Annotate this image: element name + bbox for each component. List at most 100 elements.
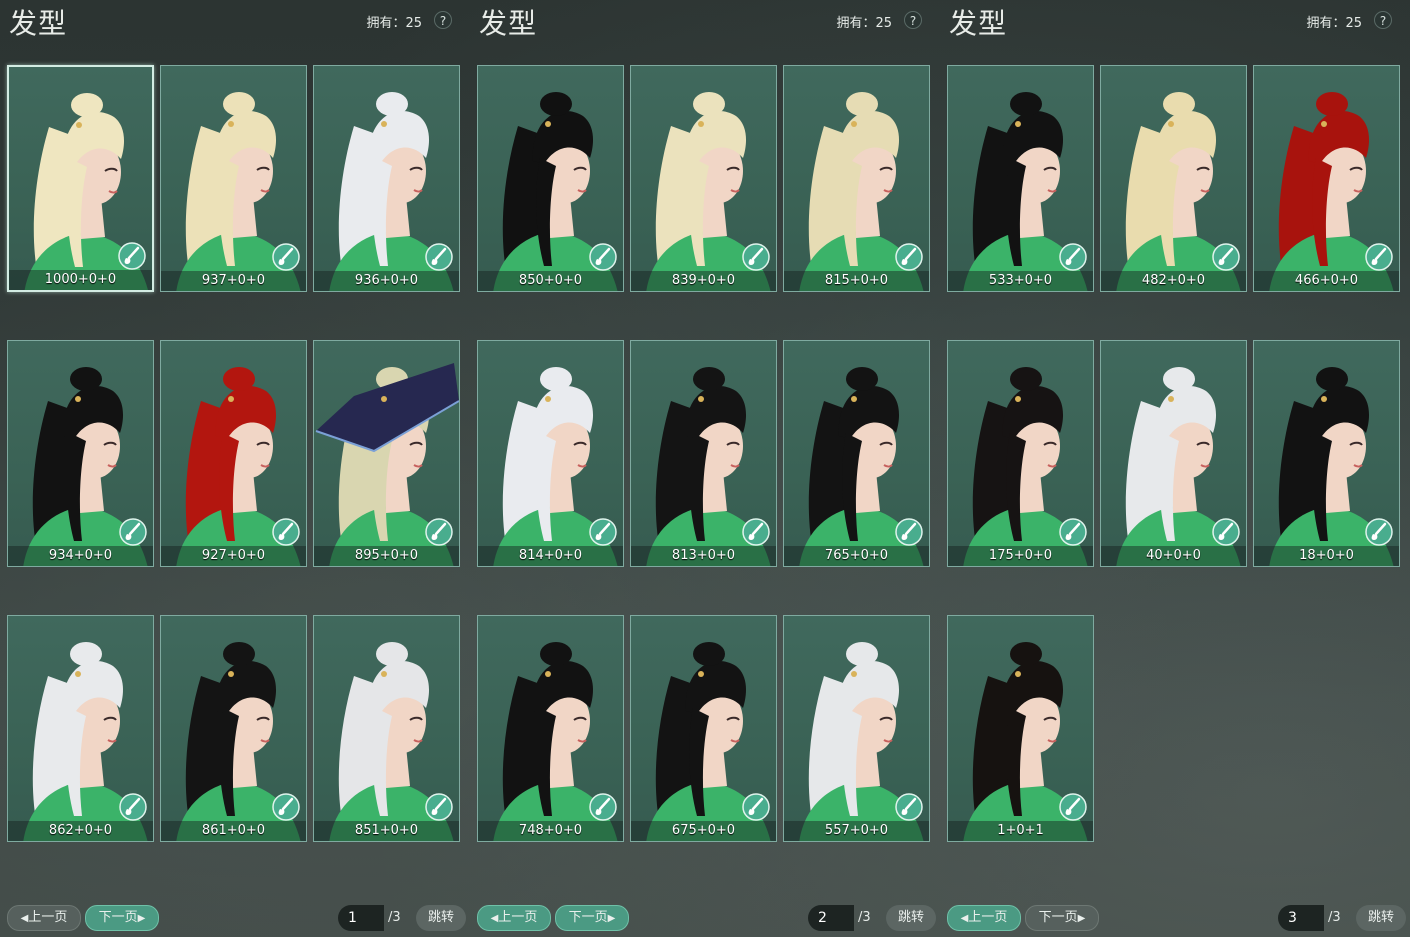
dye-brush-icon[interactable]	[272, 793, 300, 821]
help-icon[interactable]: ?	[434, 11, 452, 29]
hairstyle-id-label: 18+0+0	[1254, 546, 1399, 566]
pagination-bar: ◀上一页 下一页▶ 2/3 跳转	[470, 905, 940, 931]
jump-button[interactable]: 跳转	[1356, 905, 1406, 931]
dye-brush-icon[interactable]	[1365, 518, 1393, 546]
hairstyle-card[interactable]: 813+0+0	[630, 340, 777, 567]
jump-button[interactable]: 跳转	[886, 905, 936, 931]
next-page-label: 下一页	[98, 910, 138, 925]
hairstyle-card[interactable]: 927+0+0	[160, 340, 307, 567]
prev-page-label: 上一页	[28, 910, 68, 925]
hairstyle-card[interactable]: 533+0+0	[947, 65, 1094, 292]
hairstyle-id-label: 748+0+0	[478, 821, 623, 841]
page-total: /3	[1328, 910, 1341, 925]
hairstyle-card[interactable]: 1+0+1	[947, 615, 1094, 842]
right-arrow-icon: ▶	[607, 913, 616, 924]
hairstyle-card[interactable]: 675+0+0	[630, 615, 777, 842]
dye-brush-icon[interactable]	[895, 518, 923, 546]
hairstyle-id-label: 482+0+0	[1101, 271, 1246, 291]
dye-brush-icon[interactable]	[272, 243, 300, 271]
hairstyle-card[interactable]: 18+0+0	[1253, 340, 1400, 567]
hairstyle-id-label: 40+0+0	[1101, 546, 1246, 566]
dye-brush-icon[interactable]	[895, 243, 923, 271]
dye-brush-icon[interactable]	[1212, 518, 1240, 546]
dye-brush-icon[interactable]	[119, 793, 147, 821]
hairstyle-collection-screen: 发型 拥有：25? 1000+0+0 937+0+0 936+0+0 934+0+0 927…	[0, 0, 1410, 937]
hairstyle-card[interactable]: 765+0+0	[783, 340, 930, 567]
dye-brush-icon[interactable]	[589, 518, 617, 546]
hairstyle-card[interactable]: 814+0+0	[477, 340, 624, 567]
hairstyle-id-label: 466+0+0	[1254, 271, 1399, 291]
jump-button[interactable]: 跳转	[416, 905, 466, 931]
prev-page-button[interactable]: ◀上一页	[947, 905, 1021, 931]
hairstyle-card[interactable]: 861+0+0	[160, 615, 307, 842]
prev-page-label: 上一页	[498, 910, 538, 925]
dye-brush-icon[interactable]	[1059, 243, 1087, 271]
pagination-bar: ◀上一页 下一页▶ 1/3 跳转	[0, 905, 470, 931]
hairstyle-card[interactable]: 839+0+0	[630, 65, 777, 292]
hairstyle-id-label: 815+0+0	[784, 271, 929, 291]
dye-brush-icon[interactable]	[1365, 243, 1393, 271]
hairstyle-id-label: 861+0+0	[161, 821, 306, 841]
right-arrow-icon: ▶	[137, 913, 146, 924]
page-number-input[interactable]: 3	[1278, 905, 1324, 931]
pagination-bar: ◀上一页 下一页▶ 3/3 跳转	[940, 905, 1410, 931]
help-icon[interactable]: ?	[904, 11, 922, 29]
next-page-button[interactable]: 下一页▶	[555, 905, 629, 931]
next-page-label: 下一页	[568, 910, 608, 925]
dye-brush-icon[interactable]	[742, 518, 770, 546]
hairstyle-id-label: 936+0+0	[314, 271, 459, 291]
hairstyle-id-label: 851+0+0	[314, 821, 459, 841]
dye-brush-icon[interactable]	[119, 518, 147, 546]
prev-page-button[interactable]: ◀上一页	[7, 905, 81, 931]
hairstyle-card[interactable]: 936+0+0	[313, 65, 460, 292]
hairstyle-card[interactable]: 815+0+0	[783, 65, 930, 292]
hairstyle-card[interactable]: 482+0+0	[1100, 65, 1247, 292]
hairstyle-card[interactable]: 40+0+0	[1100, 340, 1247, 567]
panel-title: 发型	[949, 7, 1008, 40]
hairstyle-card[interactable]: 466+0+0	[1253, 65, 1400, 292]
dye-brush-icon[interactable]	[1059, 518, 1087, 546]
hairstyle-card[interactable]: 1000+0+0	[7, 65, 154, 292]
hairstyle-id-label: 675+0+0	[631, 821, 776, 841]
hairstyle-id-label: 557+0+0	[784, 821, 929, 841]
hairstyle-panel: 发型 拥有：25? 850+0+0 839+0+0 815+0+0 814+0+0 813+…	[470, 0, 940, 937]
dye-brush-icon[interactable]	[742, 243, 770, 271]
right-arrow-icon: ▶	[1077, 913, 1086, 924]
dye-brush-icon[interactable]	[425, 518, 453, 546]
hairstyle-card[interactable]: 862+0+0	[7, 615, 154, 842]
hairstyle-id-label: 839+0+0	[631, 271, 776, 291]
hairstyle-card[interactable]: 895+0+0	[313, 340, 460, 567]
dye-brush-icon[interactable]	[118, 242, 146, 270]
dye-brush-icon[interactable]	[589, 243, 617, 271]
hairstyle-id-label: 850+0+0	[478, 271, 623, 291]
next-page-button[interactable]: 下一页▶	[85, 905, 159, 931]
prev-page-button[interactable]: ◀上一页	[477, 905, 551, 931]
page-number-input[interactable]: 1	[338, 905, 384, 931]
hairstyle-card[interactable]: 175+0+0	[947, 340, 1094, 567]
hairstyle-card[interactable]: 937+0+0	[160, 65, 307, 292]
hairstyle-card[interactable]: 934+0+0	[7, 340, 154, 567]
hairstyle-id-label: 813+0+0	[631, 546, 776, 566]
hairstyle-card[interactable]: 851+0+0	[313, 615, 460, 842]
hairstyle-card[interactable]: 557+0+0	[783, 615, 930, 842]
hairstyle-id-label: 533+0+0	[948, 271, 1093, 291]
help-icon[interactable]: ?	[1374, 11, 1392, 29]
panel-title: 发型	[9, 7, 68, 40]
dye-brush-icon[interactable]	[425, 243, 453, 271]
hairstyle-id-label: 862+0+0	[8, 821, 153, 841]
dye-brush-icon[interactable]	[425, 793, 453, 821]
hairstyle-id-label: 927+0+0	[161, 546, 306, 566]
next-page-label: 下一页	[1038, 910, 1078, 925]
dye-brush-icon[interactable]	[1059, 793, 1087, 821]
dye-brush-icon[interactable]	[589, 793, 617, 821]
hairstyle-id-label: 937+0+0	[161, 271, 306, 291]
page-number-input[interactable]: 2	[808, 905, 854, 931]
dye-brush-icon[interactable]	[742, 793, 770, 821]
next-page-button[interactable]: 下一页▶	[1025, 905, 1099, 931]
dye-brush-icon[interactable]	[272, 518, 300, 546]
dye-brush-icon[interactable]	[1212, 243, 1240, 271]
dye-brush-icon[interactable]	[895, 793, 923, 821]
hairstyle-card[interactable]: 748+0+0	[477, 615, 624, 842]
owned-count: 拥有：25	[1306, 16, 1362, 31]
hairstyle-card[interactable]: 850+0+0	[477, 65, 624, 292]
